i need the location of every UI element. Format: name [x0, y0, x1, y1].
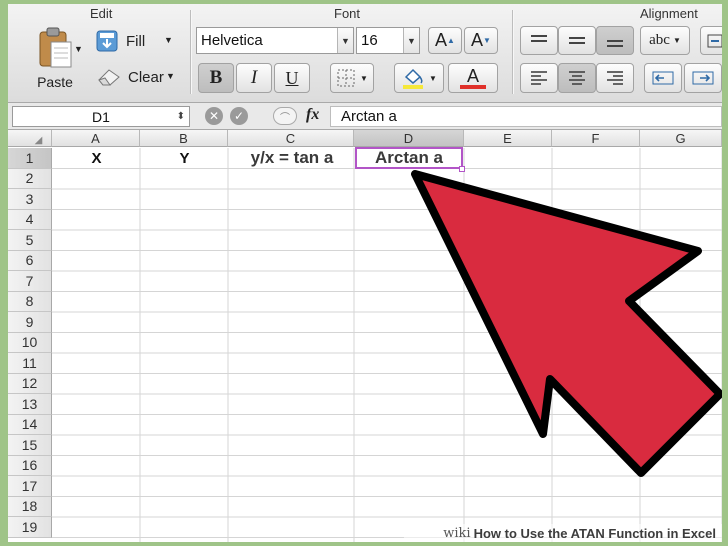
watermark-banner: wiki How to Use the ATAN Function in Exc… — [404, 524, 722, 542]
watermark-title: How to Use the ATAN Function in Excel — [473, 525, 716, 541]
pointer-arrow-overlay — [411, 170, 722, 477]
watermark-brand: wiki — [443, 525, 471, 541]
excel-window: Edit Paste ▼ Fill ▼ Clear ▼ Font Helveti… — [8, 4, 722, 542]
arrow-icon — [411, 170, 722, 477]
